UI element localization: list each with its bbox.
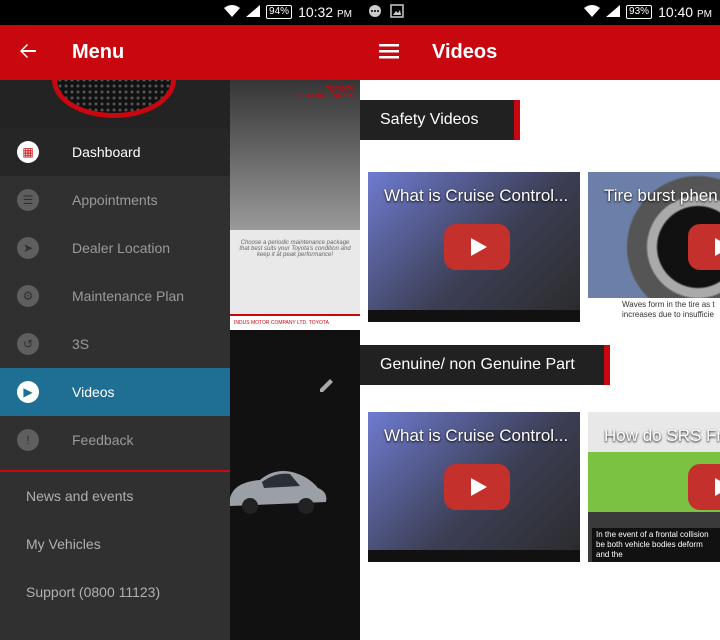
drawer-item-my-vehicles[interactable]: My Vehicles — [0, 520, 230, 568]
drawer-item-support[interactable]: Support (0800 11123) — [0, 568, 230, 616]
youtube-play-icon[interactable] — [688, 464, 720, 510]
clock: 10:32 PM — [298, 4, 352, 20]
youtube-play-icon[interactable] — [444, 224, 510, 270]
section-header-safety-videos: Safety Videos — [360, 100, 520, 140]
drawer-item-label: Appointments — [72, 192, 158, 208]
video-thumbnail[interactable]: Tire burst phen Waves form in the tire a… — [588, 172, 720, 322]
drawer-item-label: 3S — [72, 336, 90, 352]
drawer-item-label: Feedback — [72, 432, 134, 448]
video-title: Tire burst phen — [604, 186, 718, 205]
page-title: Videos — [432, 41, 498, 63]
grille-logo — [52, 80, 176, 118]
clock: 10:40 PM — [658, 4, 712, 20]
signal-icon — [246, 4, 261, 20]
drawer-item-dashboard[interactable]: ▦ Dashboard — [0, 128, 230, 176]
video-icon: ▶ — [17, 381, 39, 403]
drawer-item-label: Dashboard — [72, 144, 141, 160]
video-thumbnail[interactable]: What is Cruise Control... — [368, 172, 580, 322]
drawer-item-label: Videos — [72, 384, 115, 400]
video-caption: In the event of a frontal collision be b… — [592, 528, 720, 562]
app-bar: Videos — [360, 25, 720, 80]
poster-logo: TOYOTA GENUINE PARTS — [296, 86, 354, 100]
poster-footer: INDUS MOTOR COMPANY LTD. TOYOTA — [230, 314, 360, 330]
video-title: How do SRS Fr — [604, 426, 720, 445]
feedback-icon: ! — [17, 429, 39, 451]
navigation-drawer: ▦ Dashboard ☰ Appointments ➤ Dealer Loca… — [0, 80, 230, 640]
maintenance-poster: TOYOTA GENUINE PARTS Choose a periodic m… — [230, 80, 360, 330]
youtube-play-icon[interactable] — [444, 464, 510, 510]
video-caption: Waves form in the tire as t increases du… — [588, 298, 720, 322]
back-arrow-icon[interactable] — [18, 41, 42, 65]
signal-icon — [606, 4, 621, 20]
car-image — [230, 460, 330, 520]
video-title: What is Cruise Control... — [384, 186, 569, 205]
drawer-item-dealer-location[interactable]: ➤ Dealer Location — [0, 224, 230, 272]
wifi-icon — [224, 4, 241, 20]
section-header-genuine-non-genuine-part: Genuine/ non Genuine Part — [360, 345, 610, 385]
maintenance-icon: ⚙ — [17, 285, 39, 307]
dashboard-background: TOYOTA GENUINE PARTS Choose a periodic m… — [230, 80, 360, 640]
drawer-item-label: Maintenance Plan — [72, 288, 185, 304]
drawer-item-3s[interactable]: ↺ 3S — [0, 320, 230, 368]
chat-notification-icon — [368, 4, 382, 21]
edit-pencil-icon[interactable] — [318, 376, 336, 394]
hamburger-menu-icon[interactable] — [378, 41, 402, 65]
youtube-play-icon[interactable] — [688, 224, 720, 270]
battery-indicator: 93% — [626, 5, 653, 19]
menu-screen: 94% 10:32 PM TOYOTA GENUINE PARTS Choose… — [0, 0, 360, 640]
location-arrow-icon: ➤ — [17, 237, 39, 259]
video-thumbnail[interactable]: What is Cruise Control... — [368, 412, 580, 562]
poster-text: Choose a periodic maintenance package th… — [239, 240, 351, 258]
drawer-header — [0, 80, 230, 128]
appointments-icon: ☰ — [17, 189, 39, 211]
battery-indicator: 94% — [266, 5, 293, 19]
drawer-item-feedback[interactable]: ! Feedback — [0, 416, 230, 464]
image-notification-icon — [390, 4, 404, 21]
status-bar: 94% 10:32 PM — [0, 0, 360, 25]
drawer-item-videos[interactable]: ▶ Videos — [0, 368, 230, 416]
3s-icon: ↺ — [17, 333, 39, 355]
page-title: Menu — [72, 41, 125, 63]
video-title: What is Cruise Control... — [384, 426, 569, 445]
dashboard-icon: ▦ — [17, 141, 39, 163]
status-bar: 93% 10:40 PM — [360, 0, 720, 25]
drawer-item-maintenance-plan[interactable]: ⚙ Maintenance Plan — [0, 272, 230, 320]
drawer-item-news-and-events[interactable]: News and events — [0, 472, 230, 520]
drawer-item-appointments[interactable]: ☰ Appointments — [0, 176, 230, 224]
drawer-item-label: Dealer Location — [72, 240, 171, 256]
video-thumbnail[interactable]: How do SRS Fr In the event of a frontal … — [588, 412, 720, 562]
app-bar: Menu — [0, 25, 360, 80]
videos-screen: 93% 10:40 PM Videos Safety Videos What i… — [360, 0, 720, 640]
wifi-icon — [584, 4, 601, 20]
